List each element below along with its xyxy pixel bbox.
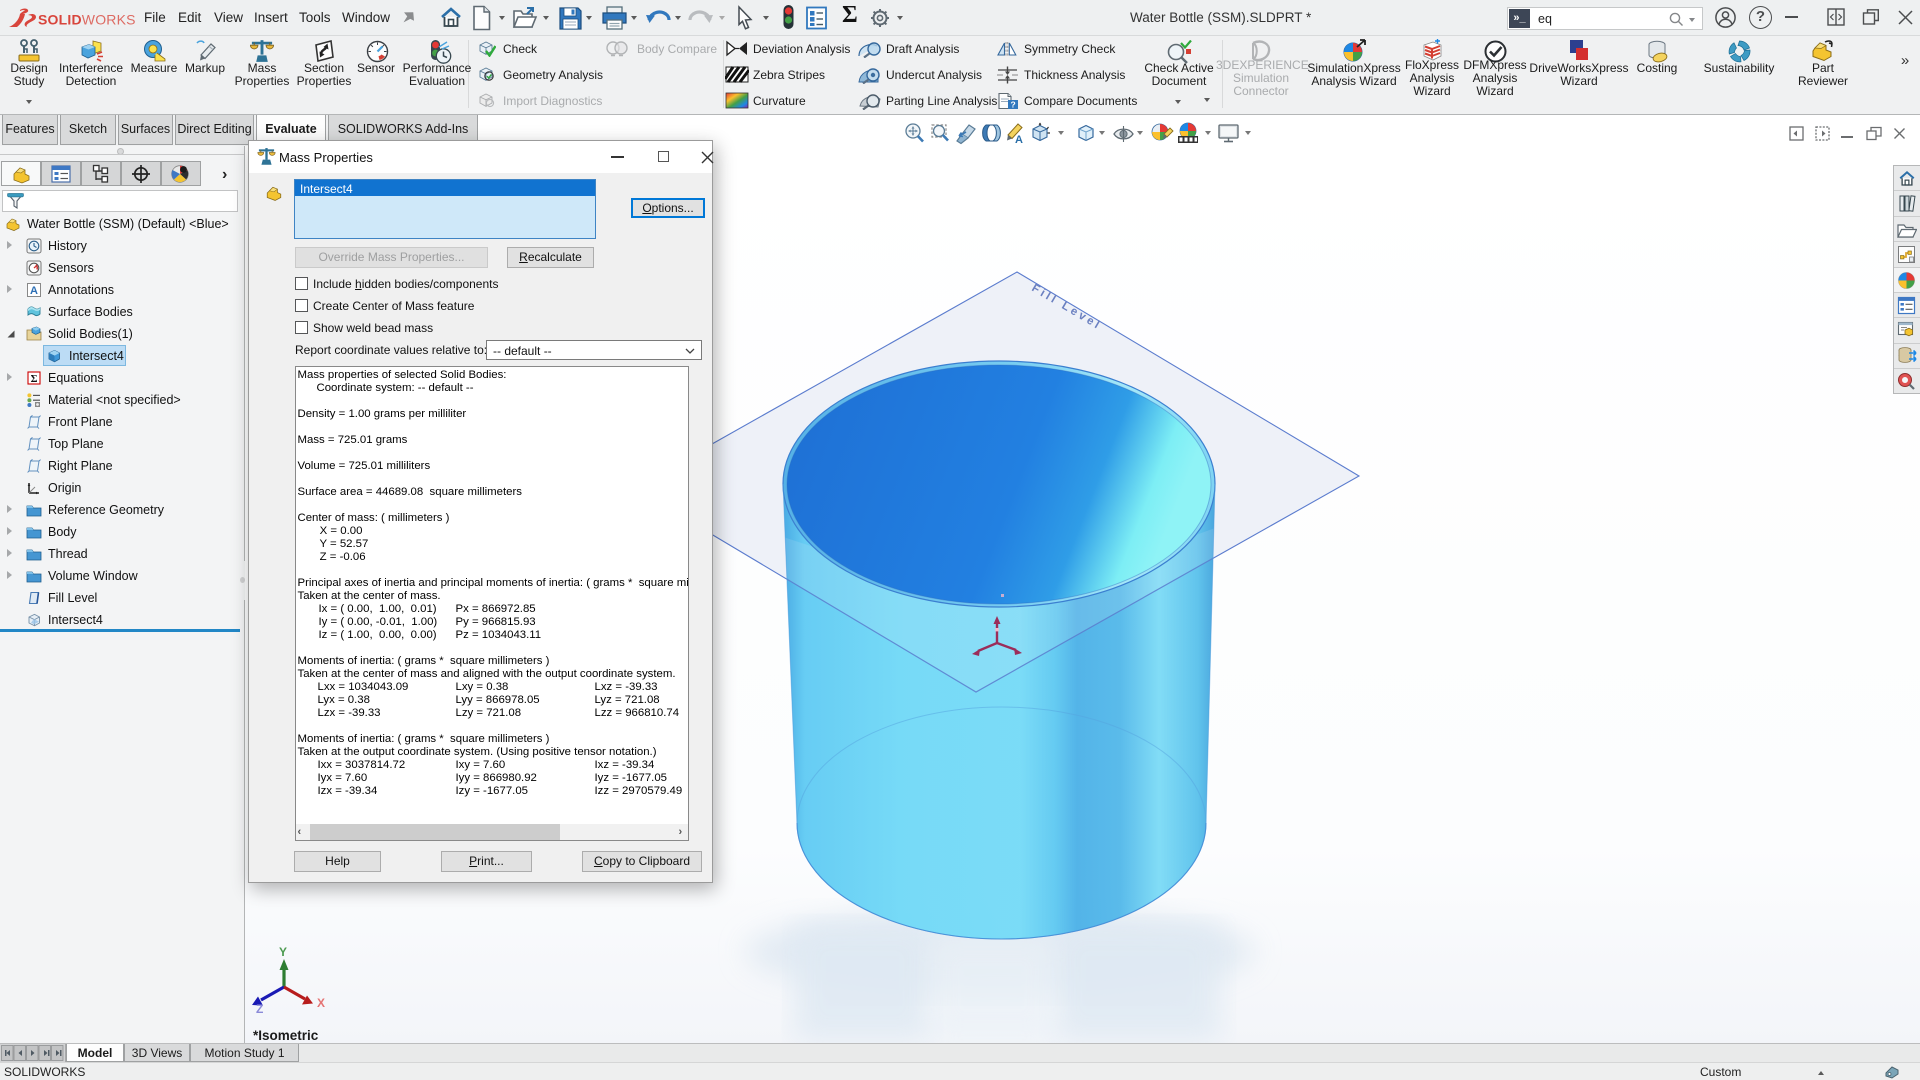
svg-text:SOLIDWORKS: SOLIDWORKS (38, 12, 136, 28)
svg-text:A: A (30, 285, 38, 297)
svg-text:*Isometric: *Isometric (253, 1028, 319, 1043)
svg-text:X: X (317, 996, 325, 1010)
svg-text:Z: Z (256, 1002, 263, 1016)
svg-text:A: A (1015, 134, 1023, 145)
svg-text:?: ? (1011, 100, 1016, 110)
svg-text:Σ: Σ (31, 374, 38, 385)
svg-text:Y: Y (279, 945, 287, 959)
